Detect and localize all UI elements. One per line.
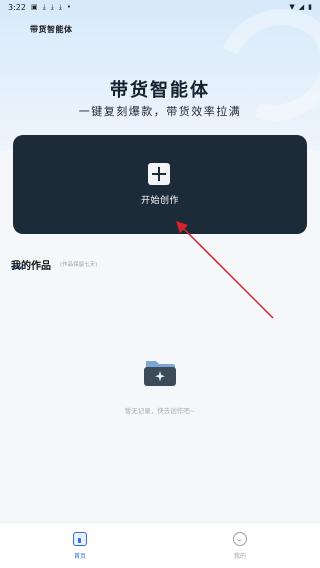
tab-bar: 首页 我的 <box>0 522 320 568</box>
battery-icon: ▮ <box>308 2 312 11</box>
works-title: 我的作品 <box>11 261 51 272</box>
tab-mine-label[interactable]: 我的 <box>160 551 320 560</box>
photo-icon: ▣ <box>30 2 38 11</box>
signal-icon: ◢ <box>298 2 305 11</box>
plus-icon[interactable] <box>148 163 170 185</box>
status-time: 3:22 <box>8 2 26 12</box>
hero-background <box>0 0 320 150</box>
wifi-icon: ▼ <box>289 2 295 11</box>
profile-icon[interactable] <box>233 532 247 546</box>
page-subtitle: 一键复刻爆款，带货效率拉满 <box>78 105 242 118</box>
download-icon: ⤓ <box>58 2 62 11</box>
download-icon: ⤓ <box>42 2 46 11</box>
dot-icon: • <box>66 2 72 11</box>
annotation-arrow-line <box>181 226 274 319</box>
tab-home[interactable]: 首页 <box>0 523 160 568</box>
app-logo: 带货智能体 <box>30 25 73 34</box>
folder-sparkle-icon <box>144 361 176 386</box>
start-create-label[interactable]: 开始创作 <box>0 193 320 206</box>
home-icon[interactable] <box>73 532 87 546</box>
download-icon: ⤓ <box>50 2 54 11</box>
status-bar: 3:22 ▣ ⤓ ⤓ ⤓ • ▼ ◢ ▮ <box>0 0 320 14</box>
empty-state-text: 暂无记录，快去创作吧~ <box>124 407 196 415</box>
tab-home-label[interactable]: 首页 <box>0 551 160 560</box>
hero-decoration <box>200 0 320 141</box>
page-title: 带货智能体 <box>110 80 210 101</box>
works-note: (作品保留七天) <box>60 262 98 268</box>
tab-mine[interactable]: 我的 <box>160 523 320 568</box>
